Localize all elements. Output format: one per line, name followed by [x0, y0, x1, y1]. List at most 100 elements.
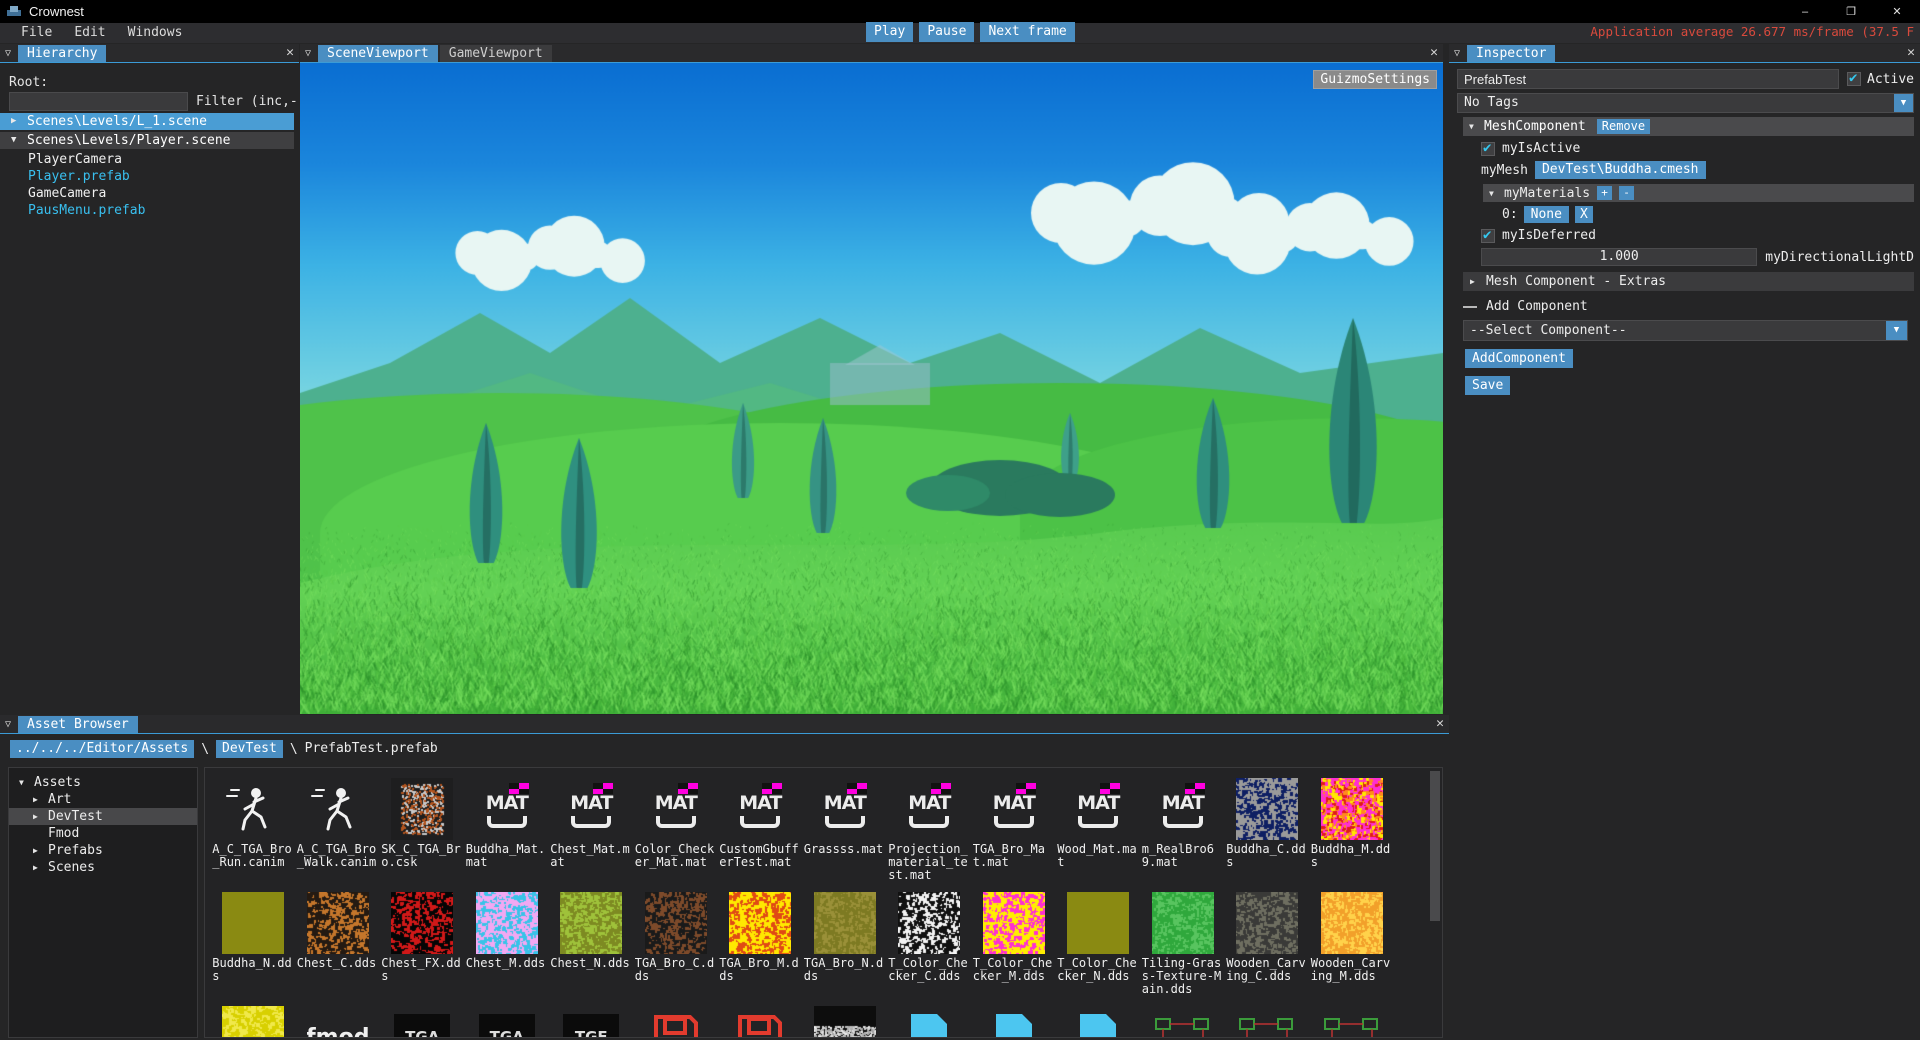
asset-item[interactable]: Buddha_C.dds — [1225, 774, 1310, 888]
asset-item[interactable]: Chest_C.dds — [296, 888, 381, 1002]
tab-hierarchy[interactable]: Hierarchy — [18, 45, 106, 62]
minimize-icon[interactable]: – — [1782, 0, 1828, 23]
asset-item[interactable]: A_C_TGA_Bro_Walk.canim — [296, 774, 381, 888]
scrollbar-thumb[interactable] — [1430, 771, 1440, 921]
asset-item[interactable]: TGA_Bro_N.dds — [803, 888, 888, 1002]
hierarchy-close-icon[interactable]: ✕ — [286, 45, 294, 60]
mesh-component-header[interactable]: ▼ MeshComponent Remove — [1463, 117, 1914, 136]
asset-browser-close-icon[interactable]: ✕ — [1436, 716, 1444, 731]
asset-item[interactable] — [803, 1002, 888, 1038]
asset-item[interactable]: Buddha_N.dds — [211, 888, 296, 1002]
mymaterials-header[interactable]: ▼ myMaterials + - — [1483, 184, 1914, 202]
asset-item[interactable]: MATTGA_Bro_Mat.mat — [972, 774, 1057, 888]
asset-item[interactable] — [1056, 1002, 1141, 1038]
tab-sceneviewport[interactable]: SceneViewport — [318, 45, 438, 62]
folder-node-devtest[interactable]: ▶DevTest — [9, 808, 197, 825]
asset-item[interactable] — [887, 1002, 972, 1038]
add-material-button[interactable]: + — [1597, 186, 1612, 200]
asset-item[interactable]: TGA_Bro_M.dds — [718, 888, 803, 1002]
active-checkbox-icon[interactable] — [1847, 72, 1861, 86]
viewport-canvas[interactable] — [300, 63, 1443, 714]
asset-item[interactable] — [1310, 1002, 1395, 1038]
collapse-arrow-icon[interactable]: ▼ — [11, 136, 21, 145]
asset-item[interactable] — [634, 1002, 719, 1038]
mymesh-value-button[interactable]: DevTest\Buddha.cmesh — [1535, 161, 1706, 179]
myisactive-checkbox-icon[interactable] — [1481, 142, 1495, 156]
gizmo-settings-button[interactable]: GuizmoSettings — [1313, 70, 1437, 89]
tree-arrow-icon[interactable]: ▼ — [19, 778, 27, 787]
myisdeferred-row[interactable]: myIsDeferred — [1481, 228, 1914, 243]
folder-node-scenes[interactable]: ▶Scenes — [9, 859, 197, 876]
hierarchy-scene-player[interactable]: ▼ Scenes\Levels/Player.scene — [0, 132, 294, 149]
maximize-icon[interactable]: ❐ — [1828, 0, 1874, 23]
asset-item[interactable] — [1141, 1002, 1226, 1038]
material-value-button[interactable]: None — [1524, 206, 1569, 223]
active-toggle[interactable]: Active — [1847, 72, 1914, 87]
inspector-close-icon[interactable]: ✕ — [1907, 45, 1915, 60]
asset-item[interactable]: T_Color_Checker_N.dds — [1056, 888, 1141, 1002]
asset-item[interactable]: TGA — [380, 1002, 465, 1038]
panel-menu-icon[interactable]: ▽ — [0, 48, 16, 59]
folder-node-fmod[interactable]: Fmod — [9, 825, 197, 842]
asset-item[interactable]: MATProjection_material_test.mat — [887, 774, 972, 888]
asset-grid-container[interactable]: A_C_TGA_Bro_Run.canimA_C_TGA_Bro_Walk.ca… — [204, 767, 1443, 1038]
asset-item[interactable]: Chest_M.dds — [465, 888, 550, 1002]
asset-item[interactable]: T_Color_Checker_M.dds — [972, 888, 1057, 1002]
asset-item[interactable]: MATCustomGbufferTest.mat — [718, 774, 803, 888]
asset-item[interactable] — [1225, 1002, 1310, 1038]
play-button[interactable]: Play — [866, 22, 913, 42]
breadcrumb-assets[interactable]: ../../../Editor/Assets — [10, 740, 194, 758]
asset-item[interactable]: TGA_Bro_C.dds — [634, 888, 719, 1002]
close-icon[interactable]: ✕ — [1874, 0, 1920, 23]
asset-item[interactable]: MATWood_Mat.mat — [1056, 774, 1141, 888]
scene-render[interactable] — [300, 63, 1443, 714]
asset-item[interactable]: TGA — [465, 1002, 550, 1038]
asset-item[interactable]: T_Color_Checker_C.dds — [887, 888, 972, 1002]
asset-item[interactable]: MATColor_Checker_Mat.mat — [634, 774, 719, 888]
remove-component-button[interactable]: Remove — [1597, 119, 1650, 134]
tree-arrow-icon[interactable]: ▶ — [33, 795, 41, 804]
asset-item[interactable] — [718, 1002, 803, 1038]
breadcrumb-devtest[interactable]: DevTest — [216, 740, 283, 758]
tree-arrow-icon[interactable]: ▶ — [33, 863, 41, 872]
asset-item[interactable]: Wooden_Carving_N.dds — [211, 1002, 296, 1038]
material-clear-button[interactable]: X — [1575, 206, 1593, 223]
menu-windows[interactable]: Windows — [117, 23, 194, 43]
add-component-button[interactable]: AddComponent — [1465, 349, 1573, 368]
asset-grid-scrollbar[interactable] — [1431, 769, 1441, 1036]
expand-arrow-icon[interactable]: ▶ — [11, 117, 21, 126]
tree-arrow-icon[interactable]: ▶ — [33, 812, 41, 821]
directional-light-value[interactable]: 1.000 — [1481, 248, 1757, 266]
hierarchy-scene-l1[interactable]: ▶ Scenes\Levels/L_1.scene — [0, 113, 294, 130]
menu-edit[interactable]: Edit — [63, 23, 116, 43]
asset-item[interactable]: fmod — [296, 1002, 381, 1038]
breadcrumb-prefabtest[interactable]: PrefabTest.prefab — [305, 740, 438, 758]
hierarchy-item-gamecamera[interactable]: GameCamera — [0, 185, 299, 202]
chevron-down-icon[interactable]: ▼ — [1894, 94, 1913, 112]
asset-item[interactable]: A_C_TGA_Bro_Run.canim — [211, 774, 296, 888]
tab-inspector[interactable]: Inspector — [1467, 45, 1555, 62]
menu-file[interactable]: File — [10, 23, 63, 43]
asset-item[interactable]: MATBuddha_Mat.mat — [465, 774, 550, 888]
asset-item[interactable]: MATm_RealBro69.mat — [1141, 774, 1226, 888]
panel-menu-icon[interactable]: ▽ — [300, 48, 316, 59]
folder-node-assets[interactable]: ▼Assets — [9, 774, 197, 791]
hierarchy-item-playercamera[interactable]: PlayerCamera — [0, 151, 299, 168]
viewport-close-icon[interactable]: ✕ — [1430, 45, 1438, 60]
expand-arrow-icon[interactable]: ▶ — [1470, 277, 1478, 286]
tab-asset-browser[interactable]: Asset Browser — [18, 716, 138, 733]
root-input[interactable] — [9, 92, 188, 111]
remove-material-button[interactable]: - — [1619, 186, 1634, 200]
panel-menu-icon[interactable]: ▽ — [0, 719, 16, 730]
mesh-extras-header[interactable]: ▶ Mesh Component - Extras — [1463, 272, 1914, 291]
asset-item[interactable] — [972, 1002, 1057, 1038]
myisdeferred-checkbox-icon[interactable] — [1481, 229, 1495, 243]
asset-item[interactable]: Tiling-Grass-Texture-Main.dds — [1141, 888, 1226, 1002]
folder-node-prefabs[interactable]: ▶Prefabs — [9, 842, 197, 859]
asset-item[interactable]: Buddha_M.dds — [1310, 774, 1395, 888]
asset-item[interactable]: Chest_FX.dds — [380, 888, 465, 1002]
save-button[interactable]: Save — [1465, 376, 1510, 395]
tag-dropdown[interactable]: No Tags ▼ — [1457, 93, 1914, 113]
tab-gameviewport[interactable]: GameViewport — [440, 45, 552, 62]
asset-item[interactable]: MATGrassss.mat — [803, 774, 888, 888]
